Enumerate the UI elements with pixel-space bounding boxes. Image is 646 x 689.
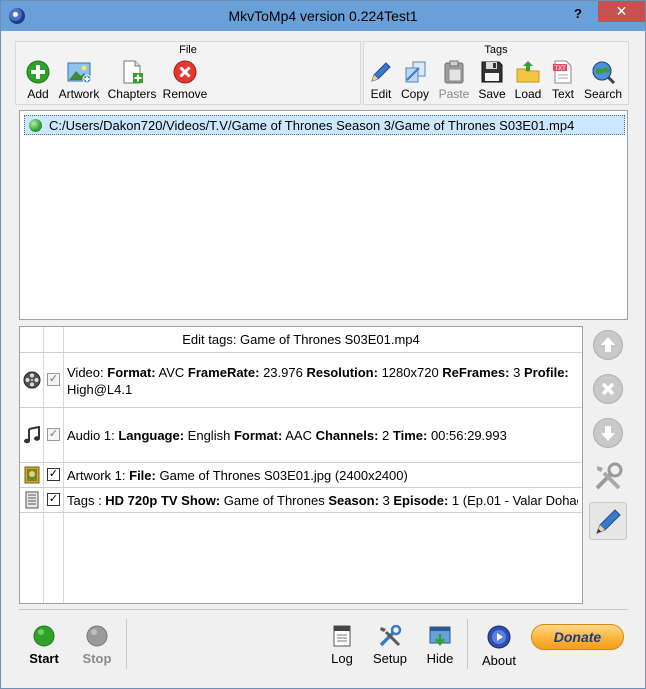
- tags-group-label: Tags: [484, 44, 508, 56]
- video-track-info: Video: Format: AVC FrameRate: 23.976 Res…: [67, 365, 569, 397]
- search-tags-label: Search: [583, 87, 623, 101]
- music-note-icon: [23, 425, 41, 444]
- setup-icon: [378, 624, 402, 647]
- paste-tags-button[interactable]: Paste: [436, 60, 472, 104]
- load-tags-button[interactable]: Load: [512, 60, 544, 104]
- donate-button[interactable]: Donate: [531, 624, 624, 650]
- move-up-button[interactable]: [589, 326, 627, 364]
- audio-track-checkbox[interactable]: ✓: [47, 428, 60, 441]
- remove-label: Remove: [162, 87, 208, 101]
- bottom-divider: [19, 609, 628, 610]
- stop-icon: [86, 625, 108, 647]
- about-label: About: [482, 653, 516, 668]
- tracks-panel[interactable]: Edit tags: Game of Thrones S03E01.mp4 ✓ …: [19, 326, 583, 604]
- hide-label: Hide: [426, 651, 454, 666]
- about-icon: [487, 625, 511, 649]
- tracks-header: Edit tags: Game of Thrones S03E01.mp4: [20, 327, 582, 353]
- move-down-icon: [593, 418, 623, 448]
- artwork-icon: [67, 60, 92, 84]
- start-icon: [33, 625, 55, 647]
- copy-icon: [403, 60, 427, 84]
- remove-button[interactable]: Remove: [162, 60, 208, 104]
- copy-tags-label: Copy: [400, 87, 429, 101]
- bottom-separator-2: [467, 619, 468, 669]
- main-window: MkvToMp4 version 0.224Test1 ? ✕ File Add…: [0, 0, 646, 689]
- search-tags-button[interactable]: Search: [582, 60, 624, 104]
- save-tags-label: Save: [478, 87, 506, 101]
- artwork-track-checkbox[interactable]: ✓: [47, 468, 60, 481]
- help-button[interactable]: ?: [568, 6, 588, 24]
- file-list-item[interactable]: C:/Users/Dakon720/Videos/T.V/Game of Thr…: [24, 115, 625, 135]
- chapters-label: Chapters: [107, 87, 157, 101]
- audio-track-row[interactable]: ✓ Audio 1: Language: English Format: AAC…: [20, 408, 582, 463]
- save-tags-button[interactable]: Save: [476, 60, 508, 104]
- remove-icon: [173, 60, 197, 84]
- hide-icon: [429, 625, 451, 647]
- artwork-track-row[interactable]: ✓ Artwork 1: File: Game of Thrones S03E0…: [20, 463, 582, 488]
- remove-track-icon: [593, 374, 623, 404]
- video-track-checkbox[interactable]: ✓: [47, 373, 60, 386]
- audio-track-info: Audio 1: Language: English Format: AAC C…: [67, 428, 507, 443]
- save-icon: [480, 60, 504, 84]
- add-icon: [26, 60, 50, 84]
- log-icon: [331, 625, 353, 647]
- load-icon: [516, 60, 540, 84]
- search-icon: [591, 60, 616, 85]
- remove-track-button[interactable]: [589, 370, 627, 408]
- copy-tags-button[interactable]: Copy: [398, 60, 432, 104]
- start-label: Start: [29, 651, 59, 666]
- edit-track-button[interactable]: [589, 502, 627, 540]
- title-bar[interactable]: MkvToMp4 version 0.224Test1 ? ✕: [1, 1, 645, 31]
- tags-track-checkbox[interactable]: ✓: [47, 493, 60, 506]
- tags-track-info: Tags : HD 720p TV Show: Game of Thrones …: [67, 493, 578, 508]
- stop-label: Stop: [82, 651, 112, 666]
- stop-button[interactable]: Stop: [77, 625, 117, 666]
- load-tags-label: Load: [514, 87, 542, 101]
- start-button[interactable]: Start: [23, 625, 65, 666]
- edit-tags-button[interactable]: Edit: [366, 60, 396, 104]
- file-list[interactable]: C:/Users/Dakon720/Videos/T.V/Game of Thr…: [19, 110, 628, 320]
- svg-text:TXT: TXT: [554, 65, 567, 72]
- video-track-row[interactable]: ✓ Video: Format: AVC FrameRate: 23.976 R…: [20, 354, 582, 408]
- edit-tags-label: Edit: [370, 87, 392, 101]
- hide-button[interactable]: Hide: [423, 625, 457, 666]
- edit-pencil-icon: [593, 506, 623, 539]
- text-tags-button[interactable]: TXT Text: [548, 60, 578, 104]
- add-button[interactable]: Add: [20, 60, 56, 104]
- file-toolbar-group: File Add Artwork Chapters Remove: [15, 41, 361, 105]
- file-group-label: File: [179, 44, 197, 56]
- paste-icon: [442, 60, 466, 84]
- setup-label: Setup: [373, 651, 407, 666]
- window-title: MkvToMp4 version 0.224Test1: [228, 8, 418, 24]
- status-ok-icon: [29, 119, 42, 132]
- text-tags-label: Text: [551, 87, 574, 101]
- film-reel-icon: [23, 371, 41, 389]
- artwork-track-info: Artwork 1: File: Game of Thrones S03E01.…: [67, 468, 408, 483]
- tags-toolbar-group: Tags Edit Copy Paste Save Load TXT Text …: [363, 41, 629, 105]
- bottom-separator: [126, 619, 127, 669]
- file-path: C:/Users/Dakon720/Videos/T.V/Game of Thr…: [49, 118, 575, 133]
- log-label: Log: [331, 651, 353, 666]
- chapters-icon: [120, 60, 144, 84]
- artwork-button[interactable]: Artwork: [56, 60, 102, 104]
- move-up-icon: [593, 330, 623, 360]
- add-label: Add: [27, 87, 49, 101]
- text-icon: TXT: [551, 60, 575, 84]
- close-button[interactable]: ✕: [598, 1, 645, 22]
- pencil-icon: [369, 60, 393, 84]
- document-icon: [23, 491, 41, 509]
- move-down-button[interactable]: [589, 414, 627, 452]
- about-button[interactable]: About: [479, 625, 519, 668]
- chapters-button[interactable]: Chapters: [106, 60, 158, 104]
- setup-button[interactable]: Setup: [371, 624, 409, 666]
- paste-tags-label: Paste: [438, 87, 470, 101]
- tools-icon: [592, 461, 624, 496]
- tools-button[interactable]: [589, 458, 627, 496]
- image-icon: [23, 466, 41, 484]
- log-button[interactable]: Log: [325, 625, 359, 666]
- tags-track-row[interactable]: ✓ Tags : HD 720p TV Show: Game of Throne…: [20, 488, 582, 513]
- artwork-label: Artwork: [58, 87, 100, 101]
